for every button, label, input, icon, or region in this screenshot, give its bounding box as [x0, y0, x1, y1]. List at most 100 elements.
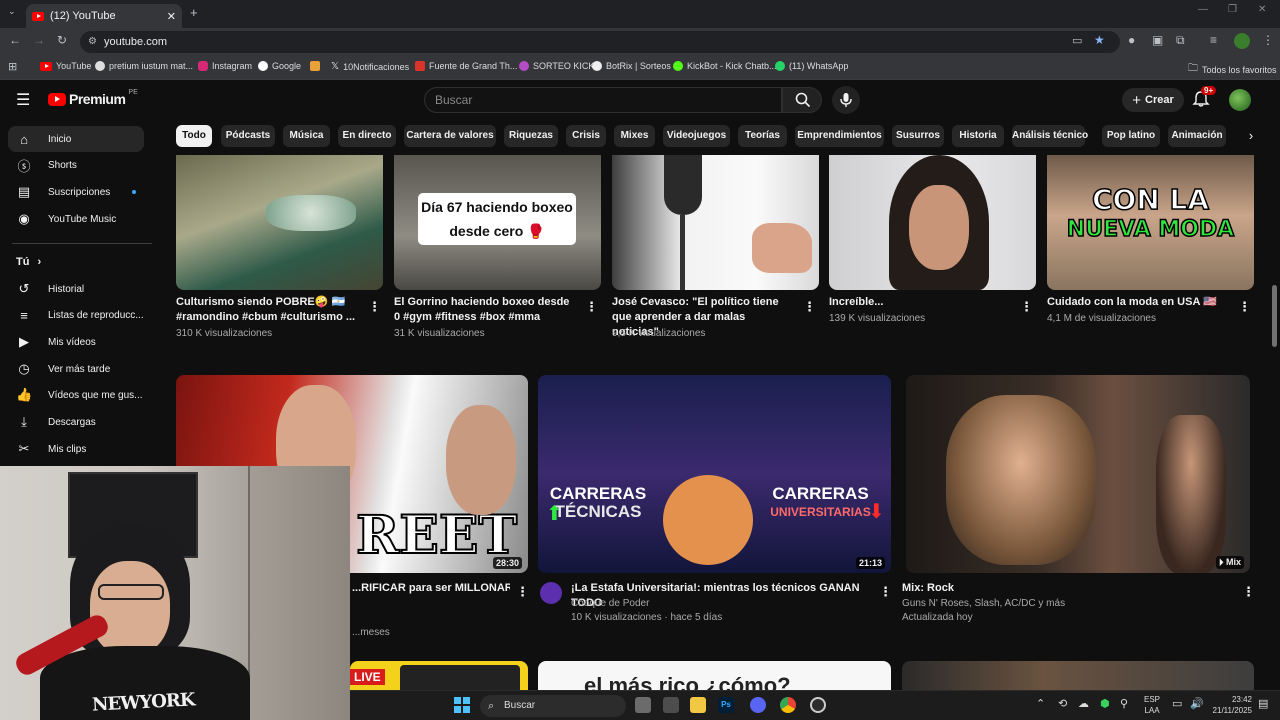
app-icon[interactable]	[663, 697, 679, 713]
channel-avatar-2[interactable]	[540, 582, 562, 604]
star-icon[interactable]: ★	[1094, 33, 1105, 47]
chip-en-directo[interactable]: En directo	[338, 125, 396, 147]
tab-youtube[interactable]: (12) YouTube ✕	[26, 4, 182, 28]
chip-emprendimientos[interactable]: Emprendimientos	[795, 125, 884, 147]
tab-search-icon[interactable]: ⌄	[8, 6, 16, 17]
chip-teorias[interactable]: Teorías	[738, 125, 787, 147]
photoshop-icon[interactable]: Ps	[718, 697, 734, 713]
bookmark-sorteo-kick[interactable]: SORTEO KICK	[519, 61, 594, 71]
extension-a-icon[interactable]: ●	[1128, 33, 1135, 47]
sidebar-item-historial[interactable]: ↺ Historial	[8, 276, 144, 302]
task-view-icon[interactable]	[635, 697, 651, 713]
chip-riquezas[interactable]: Riquezas	[504, 125, 558, 147]
account-avatar[interactable]	[1229, 89, 1251, 111]
sidebar-you-section[interactable]: Tú ›	[8, 249, 144, 275]
notifications-button[interactable]: 9+	[1192, 86, 1217, 113]
sidebar-item-youtube-music[interactable]: ◉ YouTube Music	[8, 206, 144, 232]
hamburger-menu-icon[interactable]: ☰	[16, 90, 30, 110]
chip-crisis[interactable]: Crisis	[566, 125, 606, 147]
sidebar-item-suscripciones[interactable]: ▤ Suscripciones	[8, 179, 144, 205]
forward-icon[interactable]: →	[33, 33, 45, 47]
bookmark-notificaciones[interactable]: 𝕏 10Notificaciones	[331, 61, 409, 72]
chrome-icon[interactable]	[780, 697, 796, 713]
chip-todo[interactable]: Todo	[176, 125, 212, 147]
reading-list-icon[interactable]: ≡	[1210, 33, 1217, 47]
language-indicator[interactable]: ESP LAA	[1144, 694, 1160, 716]
obs-icon[interactable]	[810, 697, 826, 713]
notification-center-icon[interactable]: ▤	[1258, 697, 1268, 710]
chip-podcasts[interactable]: Pódcasts	[221, 125, 275, 147]
bookmark-whatsapp[interactable]: (11) WhatsApp	[775, 61, 848, 71]
video-thumbnail-3[interactable]: ⏵ Mix	[906, 375, 1250, 573]
reload-icon[interactable]: ↻	[57, 33, 67, 47]
sidebar-item-mis-clips[interactable]: ✂ Mis clips	[8, 436, 144, 462]
menu-dots-icon[interactable]: ⋮	[1262, 33, 1274, 47]
minimize-icon[interactable]: —	[1198, 4, 1208, 15]
short-thumbnail-5[interactable]: CON LA NUEVA MODA	[1047, 155, 1254, 290]
tray-app-icon[interactable]: ⟲	[1058, 697, 1067, 710]
short-menu-2-icon[interactable]: ⋮	[585, 299, 598, 315]
video-menu-2-icon[interactable]: ⋮	[879, 584, 892, 600]
volume-icon[interactable]: 🔊	[1190, 697, 1204, 710]
bookmark-gta-font[interactable]: Fuente de Grand Th...	[415, 61, 517, 71]
chip-pop-latino[interactable]: Pop latino	[1102, 125, 1160, 147]
sidebar-item-descargas[interactable]: ⤓ Descargas	[8, 409, 144, 435]
close-tab-icon[interactable]: ✕	[167, 10, 176, 23]
chip-susurros[interactable]: Susurros	[892, 125, 944, 147]
search-input[interactable]: Buscar	[424, 87, 782, 113]
short-menu-3-icon[interactable]: ⋮	[803, 299, 816, 315]
bookmark-kickbot[interactable]: KickBot - Kick Chatb...	[673, 61, 777, 71]
short-menu-1-icon[interactable]: ⋮	[368, 299, 381, 315]
cast-icon[interactable]: ▭	[1072, 34, 1082, 47]
onedrive-icon[interactable]: ☁	[1078, 697, 1089, 710]
windows-start-icon[interactable]	[454, 697, 470, 713]
sidebar-item-inicio[interactable]: ⌂ Inicio	[8, 126, 144, 152]
chip-videojuegos[interactable]: Videojuegos	[663, 125, 730, 147]
video-thumbnail-6[interactable]	[902, 661, 1254, 691]
extensions-icon[interactable]: ⧉	[1176, 33, 1185, 48]
apps-grid-icon[interactable]: ⊞	[8, 60, 17, 73]
search-button[interactable]	[782, 87, 822, 113]
all-bookmarks[interactable]: 🗀 Todos los favoritos	[1188, 61, 1277, 78]
video-thumbnail-4[interactable]: LIVE	[350, 661, 528, 691]
video-menu-3-icon[interactable]: ⋮	[1242, 584, 1255, 600]
bookmark-youtube[interactable]: YouTube	[40, 61, 91, 71]
back-icon[interactable]: ←	[9, 33, 21, 47]
short-menu-4-icon[interactable]: ⋮	[1020, 299, 1033, 315]
extension-b-icon[interactable]: ▣	[1152, 33, 1163, 47]
bookmark-google[interactable]: Google	[258, 61, 301, 71]
taskbar-search[interactable]: ⌕ Buscar	[480, 695, 626, 717]
chip-historia[interactable]: Historia	[952, 125, 1004, 147]
create-button[interactable]: + Crear	[1122, 88, 1184, 112]
video-channel-2[interactable]: Choque de Poder	[571, 596, 649, 611]
chip-analisis[interactable]: Análisis técnico	[1012, 125, 1088, 147]
clock[interactable]: 23:42 21/11/2025	[1208, 694, 1252, 716]
chip-animacion[interactable]: Animación	[1168, 125, 1226, 147]
voice-search-button[interactable]	[832, 86, 860, 114]
youtube-logo[interactable]: Premium PE	[48, 89, 138, 107]
sidebar-item-mis-videos[interactable]: ▶ Mis vídeos	[8, 329, 144, 355]
short-thumbnail-2[interactable]: Día 67 haciendo boxeo desde cero 🥊	[394, 155, 601, 290]
sidebar-item-ver-mas-tarde[interactable]: ◷ Ver más tarde	[8, 356, 144, 382]
discord-icon[interactable]	[750, 697, 766, 713]
microphone-tray-icon[interactable]: ⚲	[1120, 697, 1128, 710]
short-thumbnail-1[interactable]	[176, 155, 383, 290]
video-title-1[interactable]: ...RIFICAR para ser MILLONARIO? | ...nes	[352, 581, 510, 596]
maximize-icon[interactable]: ❐	[1228, 4, 1237, 15]
bookmark-pretium[interactable]: pretium iustum mat...	[95, 61, 193, 71]
chips-next-button[interactable]: ›	[1240, 125, 1262, 147]
video-title-3[interactable]: Mix: Rock	[902, 581, 1222, 596]
sidebar-item-shorts[interactable]: ⓢ Shorts	[8, 152, 144, 178]
chip-mixes[interactable]: Mixes	[614, 125, 655, 147]
sidebar-item-listas[interactable]: ≡ Listas de reproducc...	[8, 302, 144, 328]
bookmark-instagram[interactable]: Instagram	[198, 61, 252, 71]
bookmark-unnamed[interactable]	[310, 61, 320, 71]
video-thumbnail-2[interactable]: CARRERAS TÉCNICAS CARRERAS UNIVERSITARIAS …	[538, 375, 891, 573]
tray-chevron-icon[interactable]: ⌃	[1036, 697, 1045, 710]
close-window-icon[interactable]: ✕	[1258, 4, 1266, 15]
chip-musica[interactable]: Música	[283, 125, 330, 147]
profile-avatar[interactable]	[1234, 33, 1250, 49]
short-thumbnail-3[interactable]	[612, 155, 819, 290]
short-title-5[interactable]: Cuidado con la moda en USA 🇺🇸	[1047, 295, 1227, 310]
site-info-icon[interactable]: ⚙	[88, 31, 97, 53]
